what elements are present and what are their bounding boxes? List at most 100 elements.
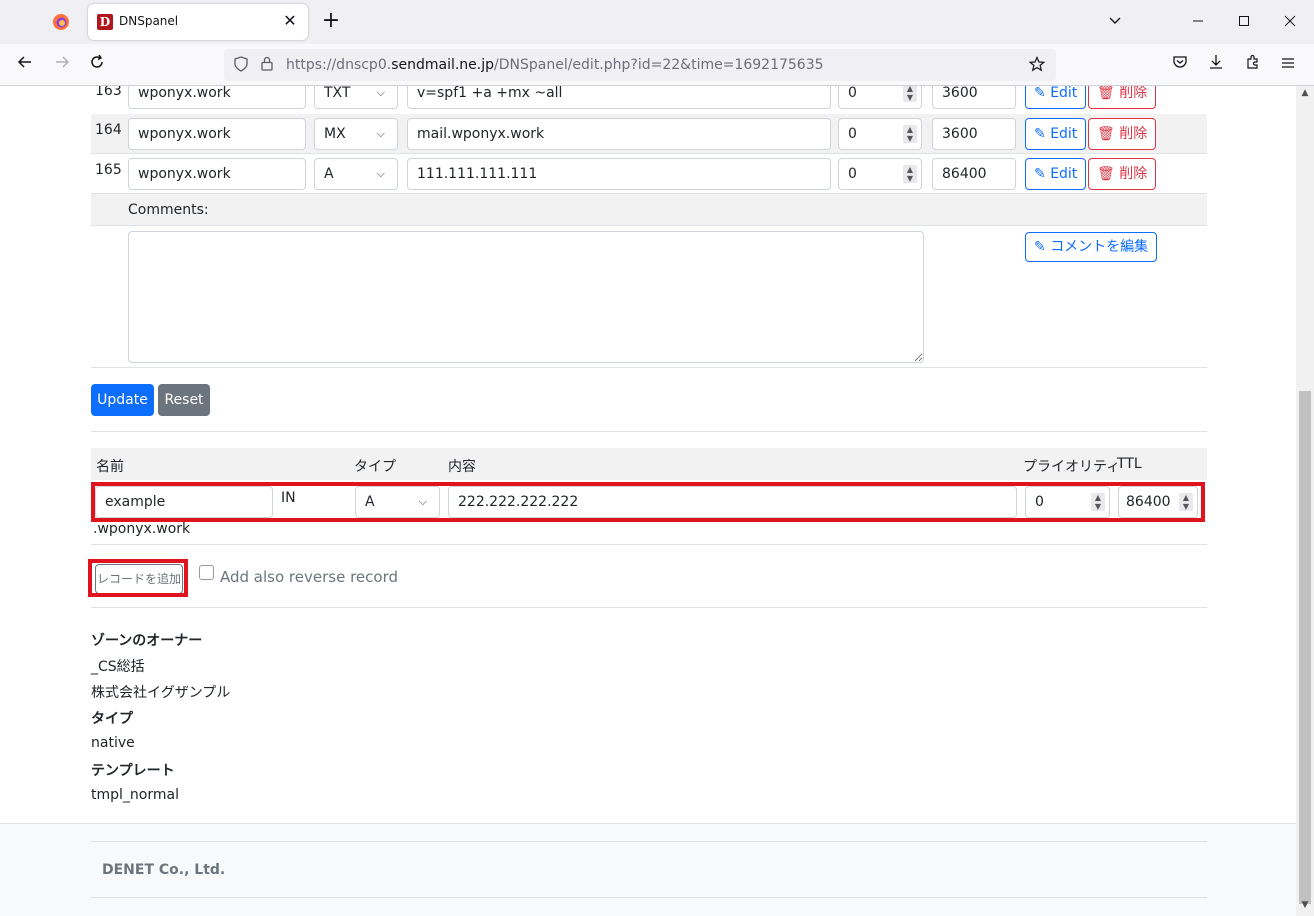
zone-type-value: native bbox=[91, 735, 135, 751]
footer: DENET Co., Ltd. bbox=[0, 823, 1296, 916]
divider bbox=[91, 607, 1207, 608]
close-window-icon[interactable] bbox=[1278, 10, 1302, 34]
tab-title: DNSpanel bbox=[119, 14, 179, 28]
tracking-shield-icon[interactable] bbox=[232, 56, 250, 74]
delete-button[interactable]: 🗑 削除 bbox=[1088, 158, 1157, 190]
spinner-icon[interactable]: ▲ ▼ bbox=[903, 165, 917, 183]
record-priority-field[interactable]: 0 ▲ ▼ bbox=[838, 118, 922, 150]
edit-button[interactable]: ✎ Edit bbox=[1025, 158, 1087, 190]
record-number: 163 bbox=[95, 86, 122, 99]
page-content: 163 wponyx.work TXT ⌵ v=spf1 +a +mx ~all … bbox=[0, 86, 1296, 916]
record-content-field[interactable]: mail.wponyx.work bbox=[407, 118, 831, 150]
footer-company: DENET Co., Ltd. bbox=[102, 862, 226, 878]
new-tab-icon[interactable]: + bbox=[320, 10, 342, 32]
divider bbox=[91, 367, 1207, 368]
bookmark-star-icon[interactable] bbox=[1028, 56, 1046, 74]
extensions-icon[interactable] bbox=[1241, 53, 1265, 77]
delete-button[interactable]: 🗑 削除 bbox=[1088, 118, 1157, 150]
forward-arrow-icon[interactable] bbox=[50, 53, 74, 77]
header-content: 内容 bbox=[448, 459, 476, 475]
spinner-icon[interactable]: ▲ ▼ bbox=[903, 125, 917, 143]
comments-header: Comments: bbox=[91, 194, 1207, 226]
edit-icon: ✎ bbox=[1034, 126, 1046, 142]
record-content-field[interactable]: 111.111.111.111 bbox=[407, 158, 831, 190]
pocket-icon[interactable] bbox=[1168, 53, 1192, 77]
menu-icon[interactable] bbox=[1276, 53, 1300, 77]
chevron-down-icon: ⌵ bbox=[376, 127, 385, 140]
downloads-icon[interactable] bbox=[1204, 53, 1228, 77]
header-name: 名前 bbox=[96, 459, 124, 475]
record-name-field[interactable]: wponyx.work bbox=[128, 118, 306, 150]
highlight-box-add-button bbox=[88, 559, 188, 597]
record-type-select[interactable]: TXT ⌵ bbox=[314, 86, 398, 109]
update-button[interactable]: Update bbox=[91, 384, 154, 416]
reverse-record-checkbox[interactable] bbox=[199, 565, 214, 580]
edit-comment-button[interactable]: ✎ コメントを編集 bbox=[1025, 232, 1158, 262]
zone-owner-1: _CS総括 bbox=[91, 659, 145, 675]
delete-button[interactable]: 🗑 削除 bbox=[1088, 86, 1157, 109]
maximize-icon[interactable] bbox=[1232, 10, 1256, 34]
header-priority: プライオリティ bbox=[1023, 459, 1121, 475]
chevron-down-icon: ⌵ bbox=[376, 167, 385, 180]
tab-list-chevron-down-icon[interactable] bbox=[1103, 10, 1127, 34]
back-arrow-icon[interactable] bbox=[13, 53, 37, 77]
header-ttl: TTL bbox=[1117, 456, 1142, 472]
footer-divider bbox=[91, 841, 1207, 842]
zone-owner-label: ゾーンのオーナー bbox=[91, 633, 203, 649]
browser-tab-bar: D DNSpanel ✕ + bbox=[0, 0, 1314, 44]
edit-icon: ✎ bbox=[1034, 166, 1046, 182]
minimize-icon[interactable] bbox=[1186, 10, 1210, 34]
comments-label: Comments: bbox=[128, 202, 209, 218]
reverse-record-label: Add also reverse record bbox=[220, 568, 398, 586]
record-priority-field[interactable]: 0 ▲ ▼ bbox=[838, 86, 922, 109]
scroll-thumb[interactable] bbox=[1299, 391, 1311, 904]
close-tab-icon[interactable]: ✕ bbox=[280, 11, 300, 31]
spinner-icon[interactable]: ▲ ▼ bbox=[903, 86, 917, 102]
record-ttl-field[interactable]: 3600 bbox=[932, 118, 1016, 150]
record-ttl-field[interactable]: 3600 bbox=[932, 86, 1016, 109]
divider bbox=[91, 544, 1207, 545]
record-ttl-field[interactable]: 86400 bbox=[932, 158, 1016, 190]
record-content-field[interactable]: v=spf1 +a +mx ~all bbox=[407, 86, 831, 109]
highlight-box-record-inputs bbox=[91, 482, 1205, 522]
header-type: タイプ bbox=[354, 459, 396, 475]
comments-textarea[interactable] bbox=[128, 231, 924, 363]
edit-icon: ✎ bbox=[1034, 86, 1046, 101]
reset-button[interactable]: Reset bbox=[158, 384, 210, 416]
zone-type-label: タイプ bbox=[91, 711, 133, 727]
record-name-field[interactable]: wponyx.work bbox=[128, 86, 306, 109]
zone-owner-2: 株式会社イグザンプル bbox=[91, 685, 231, 701]
url-text[interactable]: https://dnscp0.sendmail.ne.jp/DNSpanel/e… bbox=[286, 57, 824, 73]
record-type-select[interactable]: A ⌵ bbox=[314, 158, 398, 190]
record-name-field[interactable]: wponyx.work bbox=[128, 158, 306, 190]
footer-divider bbox=[91, 897, 1207, 898]
edit-icon: ✎ bbox=[1034, 239, 1046, 255]
lock-icon[interactable] bbox=[258, 56, 276, 74]
dnspanel-favicon-icon: D bbox=[97, 14, 113, 30]
add-record-header: 名前 タイプ 内容 プライオリティ TTL bbox=[91, 448, 1207, 480]
record-row-164: 164 wponyx.work MX ⌵ mail.wponyx.work 0 ▲ ▼… bbox=[91, 114, 1207, 154]
scroll-down-icon[interactable]: ▼ bbox=[1296, 900, 1314, 914]
page-scrollbar[interactable]: ▲ ▼ bbox=[1296, 86, 1314, 916]
scroll-up-icon[interactable]: ▲ bbox=[1296, 88, 1314, 102]
record-number: 164 bbox=[95, 122, 122, 138]
edit-button[interactable]: ✎ Edit bbox=[1025, 86, 1087, 109]
edit-button[interactable]: ✎ Edit bbox=[1025, 118, 1087, 150]
record-number: 165 bbox=[95, 162, 122, 178]
trash-icon: 🗑 bbox=[1097, 86, 1115, 101]
record-priority-field[interactable]: 0 ▲ ▼ bbox=[838, 158, 922, 190]
zone-template-label: テンプレート bbox=[91, 763, 175, 779]
trash-icon: 🗑 bbox=[1097, 166, 1115, 182]
url-bar[interactable]: https://dnscp0.sendmail.ne.jp/DNSpanel/e… bbox=[224, 49, 1056, 81]
domain-suffix: .wponyx.work bbox=[93, 521, 191, 537]
trash-icon: 🗑 bbox=[1097, 126, 1115, 142]
firefox-icon[interactable] bbox=[52, 13, 70, 31]
tab-dnspanel[interactable]: D DNSpanel ✕ bbox=[88, 4, 308, 40]
divider bbox=[91, 431, 1207, 432]
record-type-select[interactable]: MX ⌵ bbox=[314, 118, 398, 150]
reload-icon[interactable] bbox=[85, 53, 109, 77]
chevron-down-icon: ⌵ bbox=[376, 86, 385, 99]
browser-nav-bar: https://dnscp0.sendmail.ne.jp/DNSpanel/e… bbox=[0, 44, 1314, 86]
zone-template-value: tmpl_normal bbox=[91, 787, 179, 803]
record-row-165: 165 wponyx.work A ⌵ 111.111.111.111 0 ▲ ▼ 8… bbox=[91, 154, 1207, 194]
